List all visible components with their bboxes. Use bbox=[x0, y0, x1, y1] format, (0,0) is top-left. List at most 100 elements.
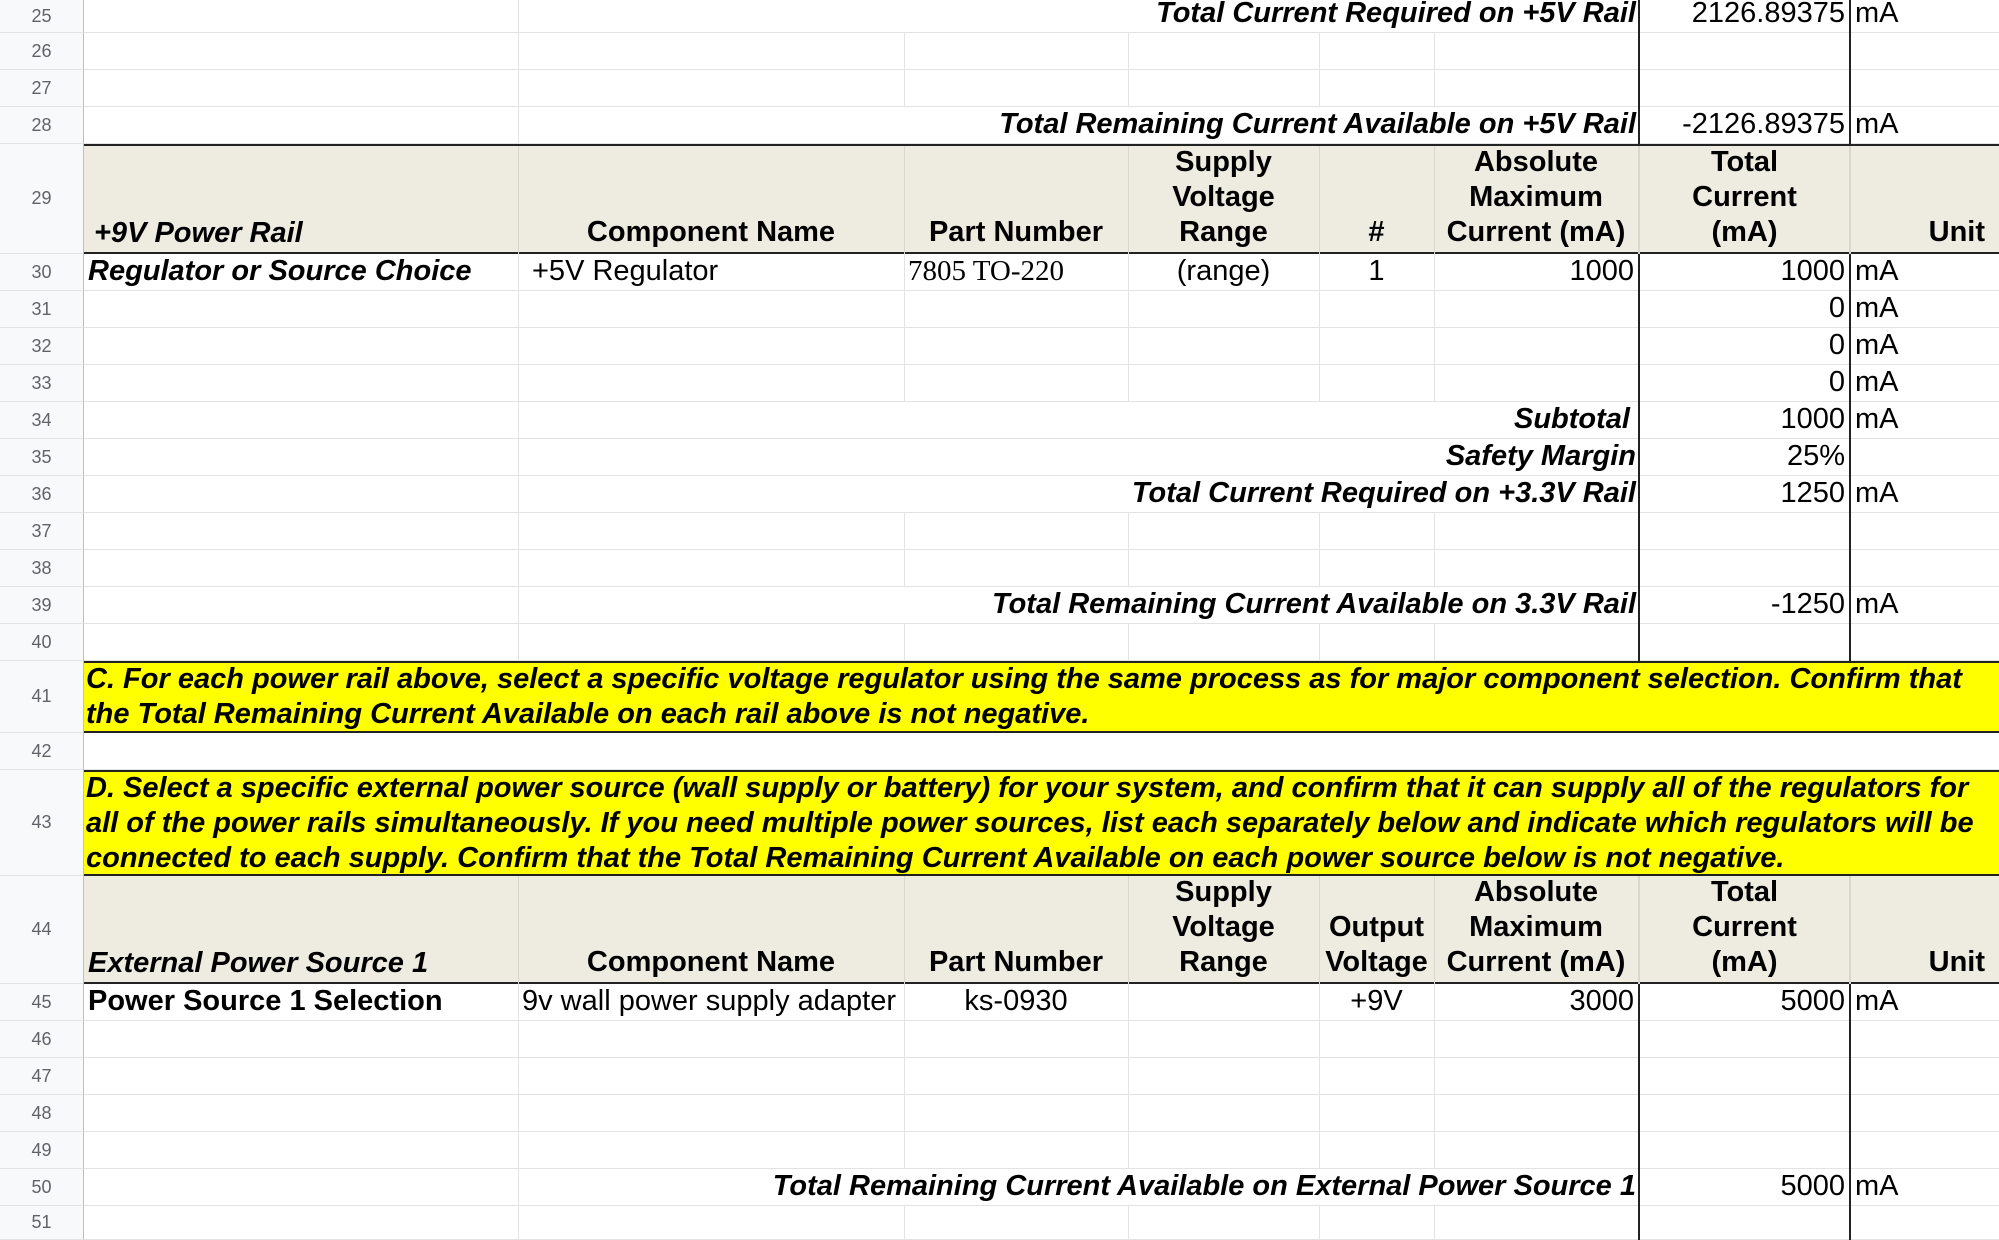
remaining-current-label[interactable]: Total Remaining Current Available on Ext… bbox=[518, 1169, 1640, 1205]
total-current-cell[interactable]: 0 bbox=[1640, 291, 1849, 327]
unit-cell[interactable]: mA bbox=[1851, 291, 1999, 327]
unit-cell[interactable]: mA bbox=[1851, 328, 1999, 364]
row-header[interactable]: 41 bbox=[0, 661, 84, 733]
gridline bbox=[518, 70, 519, 107]
header-component-name[interactable]: Component Name bbox=[518, 876, 904, 982]
table-row bbox=[84, 1132, 1999, 1169]
row-header[interactable]: 31 bbox=[0, 291, 84, 328]
row-header[interactable]: 48 bbox=[0, 1095, 84, 1132]
abs-max-cell[interactable]: 3000 bbox=[1434, 984, 1638, 1020]
gridline bbox=[1319, 1095, 1320, 1132]
total-required-label[interactable]: Total Current Required on +3.3V Rail bbox=[518, 476, 1640, 512]
component-name-cell[interactable]: 9v wall power supply adapter bbox=[518, 984, 904, 1020]
row-header[interactable]: 42 bbox=[0, 733, 84, 770]
row-header[interactable]: 47 bbox=[0, 1058, 84, 1095]
total-current-cell[interactable]: 5000 bbox=[1640, 984, 1849, 1020]
row-header[interactable]: 30 bbox=[0, 254, 84, 291]
spreadsheet[interactable]: 25 Total Current Required on +5V Rail 21… bbox=[0, 0, 1999, 1240]
gridline bbox=[1849, 1058, 1851, 1095]
unit-cell[interactable]: mA bbox=[1851, 1169, 1999, 1205]
row-header[interactable]: 35 bbox=[0, 439, 84, 476]
row-header[interactable]: 40 bbox=[0, 624, 84, 661]
header-count[interactable]: # bbox=[1319, 146, 1434, 252]
header-supply-voltage-range[interactable]: Supply Voltage Range bbox=[1128, 876, 1319, 982]
component-name-cell[interactable]: +5V Regulator bbox=[518, 254, 904, 290]
row-header[interactable]: 44 bbox=[0, 876, 84, 984]
gridline bbox=[1128, 624, 1129, 661]
row-header[interactable]: 27 bbox=[0, 70, 84, 107]
row-header[interactable]: 39 bbox=[0, 587, 84, 624]
unit-cell[interactable]: mA bbox=[1851, 0, 1999, 32]
header-part-number[interactable]: Part Number bbox=[904, 146, 1128, 252]
header-total-current[interactable]: Total Current (mA) bbox=[1640, 146, 1849, 252]
row-header[interactable]: 49 bbox=[0, 1132, 84, 1169]
row-header[interactable]: 46 bbox=[0, 1021, 84, 1058]
instruction-c-text[interactable]: C. For each power rail above, select a s… bbox=[86, 663, 1989, 731]
table-row bbox=[84, 70, 1999, 107]
unit-cell[interactable]: mA bbox=[1851, 402, 1999, 438]
unit-cell[interactable]: mA bbox=[1851, 587, 1999, 623]
count-cell[interactable]: 1 bbox=[1319, 254, 1434, 290]
part-number-cell[interactable]: 7805 TO-220 bbox=[904, 254, 1128, 290]
total-current-value[interactable]: 2126.89375 bbox=[1640, 0, 1849, 32]
row-header[interactable]: 38 bbox=[0, 550, 84, 587]
total-current-cell[interactable]: 0 bbox=[1640, 365, 1849, 401]
gridline bbox=[1319, 550, 1320, 587]
gridline bbox=[518, 328, 519, 365]
power-source-selection-label[interactable]: Power Source 1 Selection bbox=[84, 984, 518, 1020]
unit-cell[interactable]: mA bbox=[1851, 107, 1999, 143]
header-absolute-max-current[interactable]: Absolute Maximum Current (mA) bbox=[1434, 146, 1638, 252]
total-current-cell[interactable]: 1000 bbox=[1640, 254, 1849, 290]
row-header[interactable]: 50 bbox=[0, 1169, 84, 1206]
header-unit[interactable]: Unit bbox=[1851, 146, 1999, 252]
total-required-value[interactable]: 1250 bbox=[1640, 476, 1849, 512]
remaining-current-value[interactable]: -1250 bbox=[1640, 587, 1849, 623]
header-unit[interactable]: Unit bbox=[1851, 876, 1999, 982]
row-header[interactable]: 33 bbox=[0, 365, 84, 402]
header-component-name[interactable]: Component Name bbox=[518, 146, 904, 252]
total-current-cell[interactable]: 0 bbox=[1640, 328, 1849, 364]
supply-range-cell[interactable]: (range) bbox=[1128, 254, 1319, 290]
unit-cell[interactable]: mA bbox=[1851, 254, 1999, 290]
subtotal-value[interactable]: 1000 bbox=[1640, 402, 1849, 438]
output-voltage-cell[interactable]: +9V bbox=[1319, 984, 1434, 1020]
section-title[interactable]: External Power Source 1 bbox=[84, 876, 518, 982]
header-total-current[interactable]: Total Current (mA) bbox=[1640, 876, 1849, 982]
header-supply-voltage-range[interactable]: Supply Voltage Range bbox=[1128, 146, 1319, 252]
unit-cell[interactable]: mA bbox=[1851, 476, 1999, 512]
safety-margin-label[interactable]: Safety Margin bbox=[518, 439, 1640, 475]
remaining-current-value[interactable]: -2126.89375 bbox=[1640, 107, 1849, 143]
row-header[interactable]: 32 bbox=[0, 328, 84, 365]
header-part-number[interactable]: Part Number bbox=[904, 876, 1128, 982]
gridline bbox=[1128, 550, 1129, 587]
gridline bbox=[1638, 624, 1640, 661]
row-header[interactable]: 43 bbox=[0, 770, 84, 876]
safety-margin-value[interactable]: 25% bbox=[1640, 439, 1849, 475]
unit-cell[interactable]: mA bbox=[1851, 365, 1999, 401]
row-header[interactable]: 37 bbox=[0, 513, 84, 550]
table-row: Power Source 1 Selection 9v wall power s… bbox=[84, 984, 1999, 1021]
row-header[interactable]: 29 bbox=[0, 144, 84, 254]
row-header[interactable]: 25 bbox=[0, 0, 84, 33]
subtotal-label[interactable]: Subtotal bbox=[518, 402, 1640, 438]
section-title[interactable]: +9V Power Rail bbox=[84, 146, 518, 252]
header-absolute-max-current[interactable]: Absolute Maximum Current (mA) bbox=[1434, 876, 1638, 982]
abs-max-cell[interactable]: 1000 bbox=[1434, 254, 1638, 290]
header-output-voltage[interactable]: Output Voltage bbox=[1319, 876, 1434, 982]
row-header[interactable]: 26 bbox=[0, 33, 84, 70]
instruction-d-text[interactable]: D. Select a specific external power sour… bbox=[86, 772, 1989, 874]
total-current-label[interactable]: Total Current Required on +5V Rail bbox=[518, 0, 1640, 32]
gridline bbox=[1849, 1206, 1851, 1240]
row-header[interactable]: 28 bbox=[0, 107, 84, 144]
remaining-current-label[interactable]: Total Remaining Current Available on +5V… bbox=[518, 107, 1640, 143]
row-header[interactable]: 45 bbox=[0, 984, 84, 1021]
part-number-cell[interactable]: ks-0930 bbox=[904, 984, 1128, 1020]
table-row: 0 mA bbox=[84, 291, 1999, 328]
regulator-choice-label[interactable]: Regulator or Source Choice bbox=[84, 254, 518, 290]
row-header[interactable]: 34 bbox=[0, 402, 84, 439]
remaining-current-value[interactable]: 5000 bbox=[1640, 1169, 1849, 1205]
remaining-current-label[interactable]: Total Remaining Current Available on 3.3… bbox=[518, 587, 1640, 623]
row-header[interactable]: 51 bbox=[0, 1206, 84, 1240]
row-header[interactable]: 36 bbox=[0, 476, 84, 513]
unit-cell[interactable]: mA bbox=[1851, 984, 1999, 1020]
